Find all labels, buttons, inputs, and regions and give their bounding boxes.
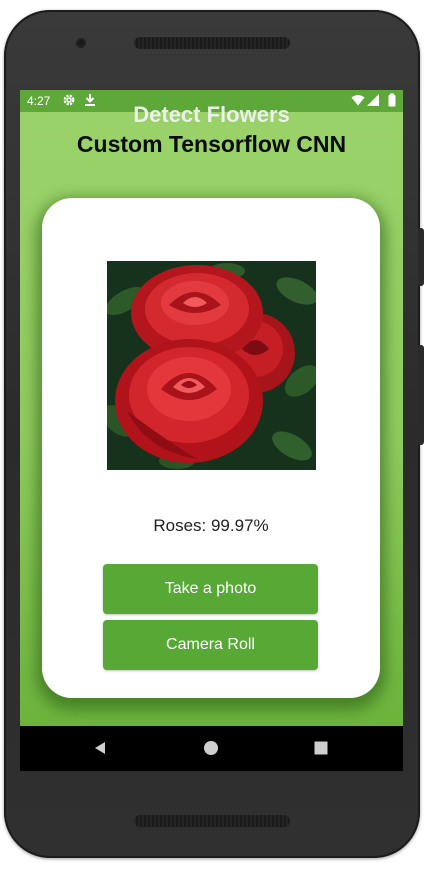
front-camera <box>76 38 86 48</box>
app-background: 4:27 Detect Flowers Custom Tensorflow CN… <box>20 90 403 726</box>
home-icon[interactable] <box>201 738 221 758</box>
take-photo-button[interactable]: Take a photo <box>103 564 318 614</box>
camera-roll-button[interactable]: Camera Roll <box>103 620 318 670</box>
volume-button <box>418 228 424 286</box>
navigation-bar <box>20 726 403 771</box>
prediction-result: Roses: 99.97% <box>153 516 269 535</box>
app-title: Detect Flowers <box>133 102 290 127</box>
screen: 4:27 Detect Flowers Custom Tensorflow CN… <box>20 90 403 771</box>
result-card: Roses: 99.97% Take a photo Camera Roll <box>42 198 380 698</box>
power-button <box>418 345 424 445</box>
bottom-speaker <box>134 815 290 827</box>
recents-icon[interactable] <box>311 738 331 758</box>
top-speaker <box>134 37 290 49</box>
rose-photo <box>107 261 316 470</box>
back-icon[interactable] <box>90 738 110 758</box>
app-subtitle: Custom Tensorflow CNN <box>76 131 347 157</box>
